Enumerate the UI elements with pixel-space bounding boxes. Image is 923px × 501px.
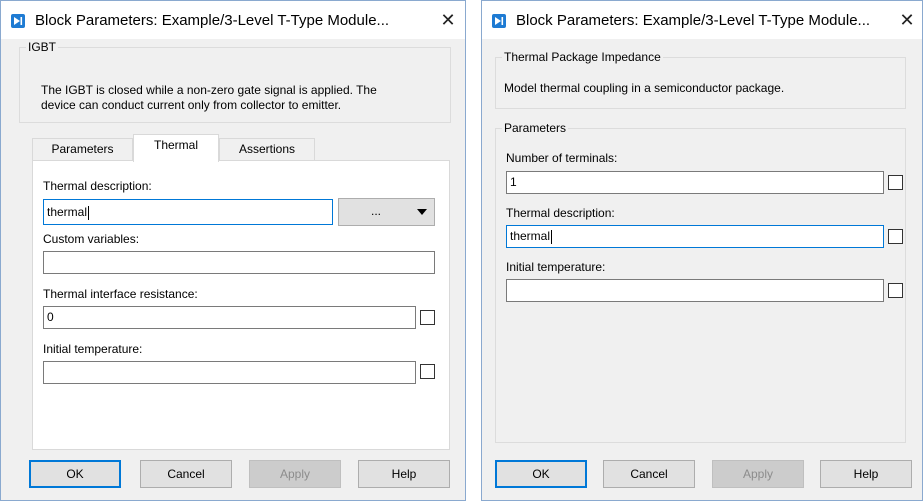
- help-button[interactable]: Help: [820, 460, 912, 488]
- initial-temperature-label: Initial temperature:: [506, 260, 606, 274]
- text-caret: [88, 205, 90, 220]
- tab-thermal[interactable]: Thermal: [133, 134, 219, 162]
- number-of-terminals-label: Number of terminals:: [506, 151, 618, 165]
- title-bar[interactable]: Block Parameters: Example/3-Level T-Type…: [482, 1, 922, 39]
- thermal-description-field[interactable]: thermal: [43, 199, 333, 225]
- block-parameters-dialog-thermal-package: Block Parameters: Example/3-Level T-Type…: [481, 0, 923, 501]
- window-title: Block Parameters: Example/3-Level T-Type…: [35, 12, 390, 29]
- thermal-interface-resistance-checkbox[interactable]: [420, 310, 435, 325]
- initial-temperature-checkbox[interactable]: [420, 364, 435, 379]
- thermal-description-value: thermal: [510, 229, 551, 243]
- block-parameters-dialog-igbt: Block Parameters: Example/3-Level T-Type…: [0, 0, 466, 501]
- cancel-button[interactable]: Cancel: [140, 460, 232, 488]
- ok-button[interactable]: OK: [495, 460, 587, 488]
- initial-temperature-checkbox[interactable]: [888, 283, 903, 298]
- custom-variables-label: Custom variables:: [43, 232, 140, 246]
- thermal-description-value: thermal: [47, 205, 88, 219]
- text-caret: [551, 229, 553, 244]
- description-line-1: The IGBT is closed while a non-zero gate…: [41, 83, 377, 97]
- thermal-description-checkbox[interactable]: [888, 229, 903, 244]
- simulink-block-icon: [11, 14, 25, 28]
- dropdown-button-label: ...: [371, 204, 382, 218]
- group-label: Thermal Package Impedance: [502, 50, 663, 64]
- thermal-interface-resistance-field[interactable]: 0: [43, 306, 416, 329]
- initial-temperature-field[interactable]: [506, 279, 884, 302]
- parameters-group-label: Parameters: [502, 121, 569, 135]
- thermal-description-dropdown-button[interactable]: ...: [338, 198, 435, 226]
- group-label: IGBT: [26, 40, 59, 54]
- ok-button[interactable]: OK: [29, 460, 121, 488]
- description-line-2: device can conduct current only from col…: [41, 98, 342, 112]
- initial-temperature-field[interactable]: [43, 361, 416, 384]
- close-icon[interactable]: ✕: [437, 10, 459, 30]
- thermal-description-label: Thermal description:: [506, 206, 615, 220]
- title-bar[interactable]: Block Parameters: Example/3-Level T-Type…: [1, 1, 465, 39]
- close-icon[interactable]: ✕: [896, 10, 918, 30]
- number-of-terminals-field[interactable]: 1: [506, 171, 884, 194]
- block-description: The IGBT is closed while a non-zero gate…: [41, 83, 377, 113]
- thermal-interface-resistance-label: Thermal interface resistance:: [43, 287, 198, 301]
- custom-variables-field[interactable]: [43, 251, 435, 274]
- tab-assertions[interactable]: Assertions: [219, 138, 315, 161]
- window-title: Block Parameters: Example/3-Level T-Type…: [516, 12, 871, 29]
- simulink-block-icon: [492, 14, 506, 28]
- help-button[interactable]: Help: [358, 460, 450, 488]
- number-of-terminals-checkbox[interactable]: [888, 175, 903, 190]
- chevron-down-icon: [417, 209, 427, 215]
- initial-temperature-label: Initial temperature:: [43, 342, 143, 356]
- thermal-description-field[interactable]: thermal: [506, 225, 884, 248]
- tab-parameters[interactable]: Parameters: [32, 138, 133, 161]
- apply-button[interactable]: Apply: [249, 460, 341, 488]
- apply-button[interactable]: Apply: [712, 460, 804, 488]
- cancel-button[interactable]: Cancel: [603, 460, 695, 488]
- block-description: Model thermal coupling in a semiconducto…: [504, 81, 785, 95]
- thermal-description-label: Thermal description:: [43, 179, 152, 193]
